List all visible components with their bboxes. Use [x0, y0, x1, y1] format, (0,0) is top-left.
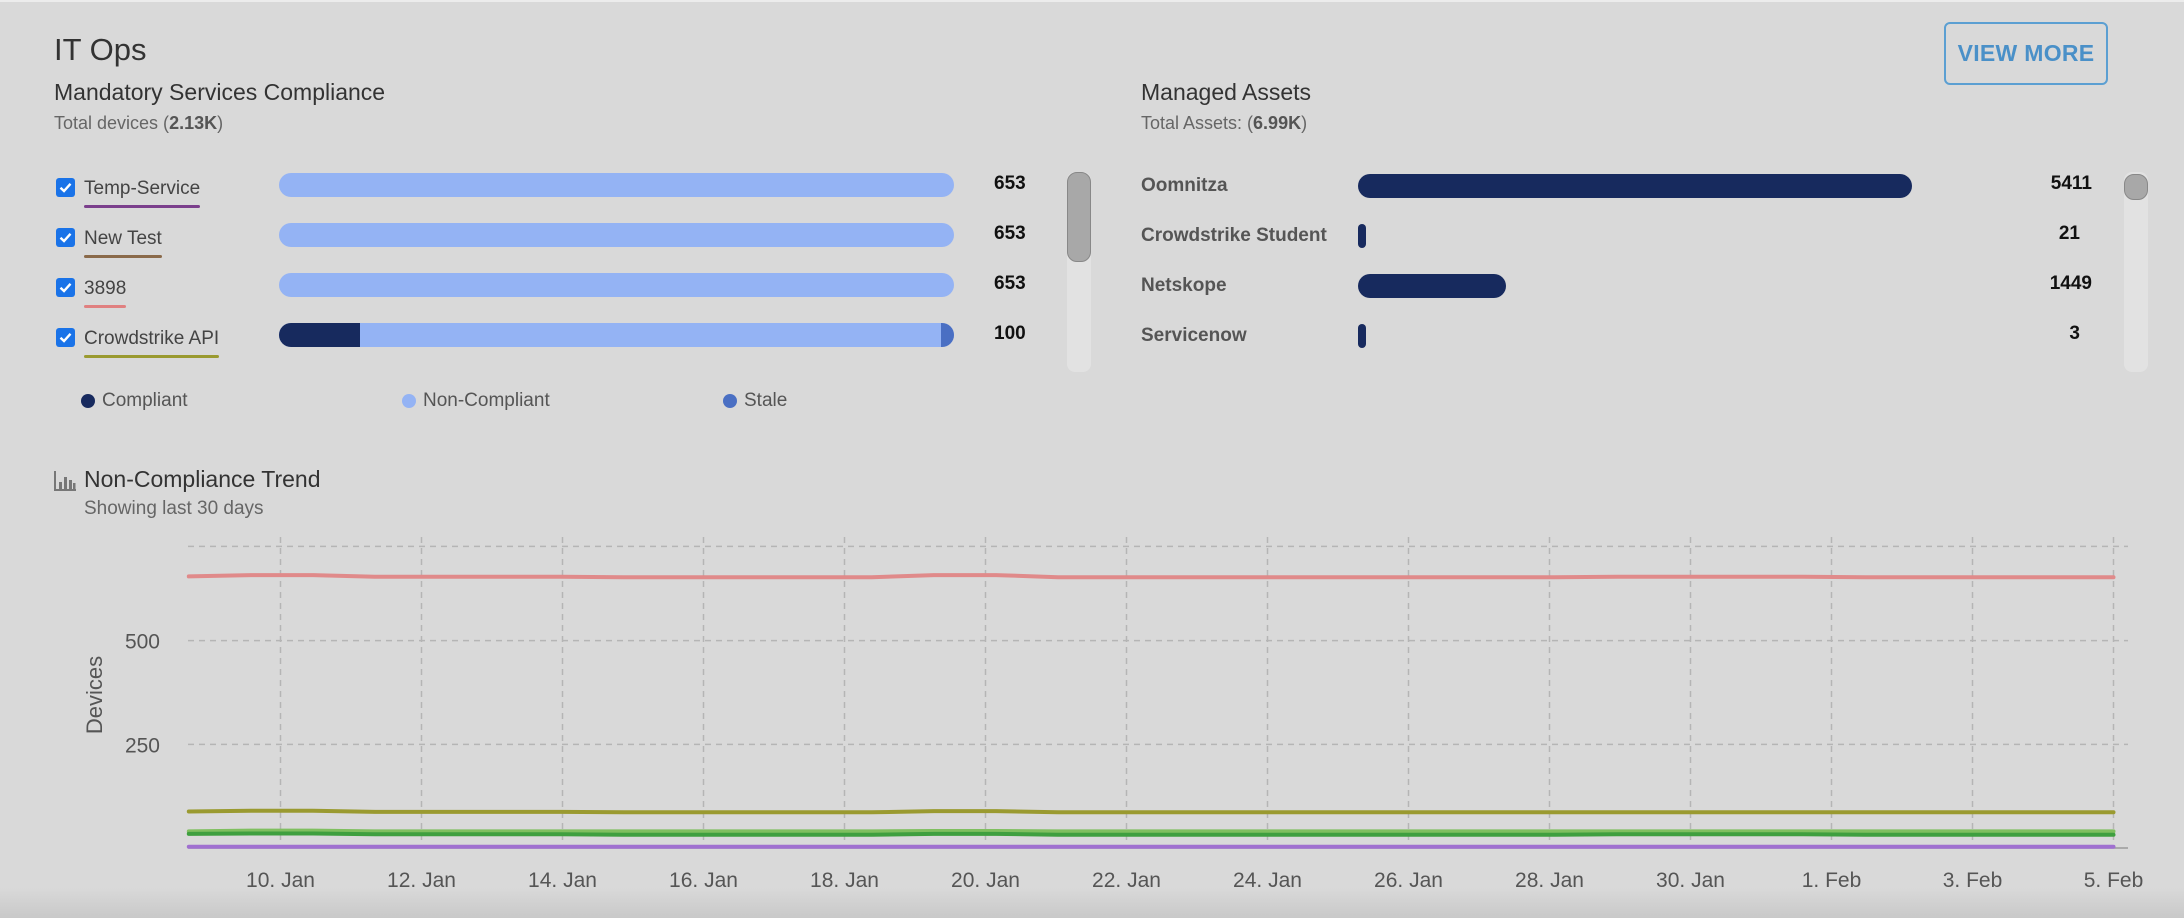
service-label[interactable]: Crowdstrike API	[84, 328, 220, 358]
service-count: 653	[994, 173, 1026, 194]
row-checkbox[interactable]	[56, 178, 75, 197]
row-checkbox[interactable]	[56, 278, 75, 297]
y-tick-label: 500	[125, 631, 160, 654]
y-axis-label: Devices	[82, 656, 107, 734]
asset-label: Netskope	[1141, 275, 1227, 296]
legend-label: Compliant	[102, 390, 188, 411]
service-label-text: Temp-Service	[84, 178, 201, 199]
compliance-bar[interactable]	[279, 173, 954, 197]
asset-count: 21	[2058, 223, 2080, 244]
asset-bar[interactable]	[1358, 324, 1366, 348]
y-tick-label: 250	[125, 734, 160, 757]
trend-series-line[interactable]	[186, 828, 2116, 834]
asset-bar[interactable]	[1358, 224, 1366, 248]
compliance-title: Mandatory Services Compliance	[54, 79, 386, 105]
top-border	[0, 0, 2184, 2]
service-label-text: 3898	[84, 278, 127, 299]
compliance-bar[interactable]	[279, 273, 954, 297]
service-label[interactable]: 3898	[84, 278, 127, 308]
asset-count: 3	[2069, 323, 2080, 344]
bar-chart-icon	[54, 471, 76, 491]
asset-label: Oomnitza	[1141, 175, 1228, 196]
trend-subtitle: Showing last 30 days	[84, 498, 264, 519]
service-underline	[84, 255, 162, 258]
asset-bar[interactable]	[1358, 274, 1507, 298]
assets-scrollbar[interactable]	[2124, 172, 2148, 372]
service-count: 653	[994, 273, 1026, 294]
service-label-text: New Test	[84, 228, 162, 249]
compliance-bar[interactable]	[279, 323, 954, 347]
asset-bar[interactable]	[1358, 174, 1913, 198]
trend-series-line[interactable]	[186, 573, 2116, 580]
legend-compliant[interactable]: Compliant	[81, 390, 188, 412]
compliance-bar[interactable]	[279, 223, 954, 247]
legend-label: Non-Compliant	[423, 390, 550, 411]
trend-title: Non-Compliance Trend	[84, 466, 321, 492]
trend-series-line[interactable]	[186, 831, 2116, 837]
compliance-scroll-thumb[interactable]	[1067, 172, 1091, 262]
row-checkbox[interactable]	[56, 328, 75, 347]
service-count: 100	[994, 323, 1026, 344]
row-checkbox[interactable]	[56, 228, 75, 247]
bottom-shadow	[0, 888, 2184, 918]
service-label[interactable]: Temp-Service	[84, 178, 201, 208]
assets-subtitle: Total Assets: (6.99K)	[1141, 113, 1308, 133]
legend-dot-stale	[723, 394, 737, 408]
asset-count: 5411	[2050, 173, 2092, 194]
compliance-subtitle: Total devices (2.13K)	[54, 113, 224, 133]
asset-label: Crowdstrike Student	[1141, 225, 1327, 246]
legend-stale[interactable]: Stale	[723, 390, 787, 412]
service-underline	[84, 355, 220, 358]
stale-segment[interactable]	[940, 323, 954, 347]
assets-title: Managed Assets	[1141, 79, 1312, 105]
service-label[interactable]: New Test	[84, 228, 162, 258]
assets-scroll-thumb[interactable]	[2124, 174, 2148, 200]
compliant-segment[interactable]	[279, 323, 360, 347]
compliance-scrollbar[interactable]	[1067, 172, 1091, 372]
non-compliance-trend-chart: 10. Jan 12. Jan 14. Jan 16. Jan 18. Jan 20. J…	[82, 537, 2143, 892]
legend-dot-compliant	[81, 394, 95, 408]
service-underline	[84, 205, 201, 208]
trend-series-line[interactable]	[186, 808, 2116, 815]
legend-label: Stale	[744, 390, 788, 411]
service-label-text: Crowdstrike API	[84, 328, 220, 349]
legend-dot-non-compliant	[402, 394, 416, 408]
service-underline	[84, 305, 127, 308]
asset-label: Servicenow	[1141, 325, 1247, 346]
view-more-button[interactable]: VIEW MORE	[1944, 22, 2108, 85]
service-count: 653	[994, 223, 1026, 244]
asset-count: 1449	[2049, 273, 2092, 294]
legend-non-compliant[interactable]: Non-Compliant	[402, 390, 550, 412]
panel-title: IT Ops	[54, 32, 147, 67]
